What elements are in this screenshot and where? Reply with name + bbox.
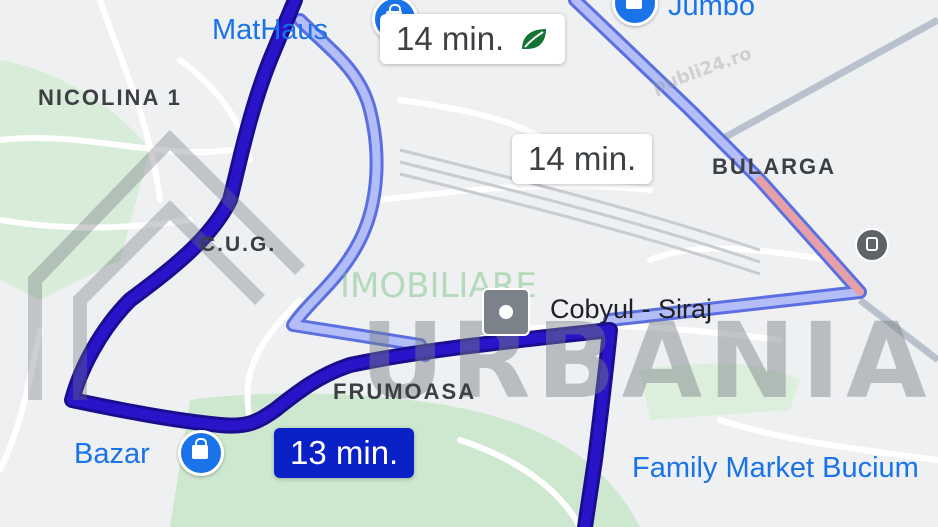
- poi-label-jumbo[interactable]: Jumbo: [668, 0, 755, 23]
- poi-label-family-market[interactable]: Family Market Bucium: [632, 452, 919, 485]
- map-view[interactable]: IMOBILIARE URBANIA publi24.ro NICOLINA 1…: [0, 0, 938, 527]
- route-callout-selected[interactable]: 13 min.: [274, 428, 415, 478]
- traffic-segment: [756, 176, 864, 296]
- route-callout-eco[interactable]: 14 min.: [380, 14, 566, 64]
- shopping-pin-icon[interactable]: [178, 430, 224, 476]
- route-duration: 14 min.: [396, 20, 505, 57]
- transit-stop-icon[interactable]: [482, 288, 530, 336]
- area-label-cug: C.U.G.: [200, 233, 277, 256]
- route-duration: 13 min.: [290, 434, 399, 471]
- poi-label-mathaus[interactable]: MatHaus: [212, 14, 328, 47]
- train-station-icon[interactable]: [855, 228, 889, 262]
- poi-label-bazar[interactable]: Bazar: [74, 438, 150, 471]
- route-duration: 14 min.: [528, 140, 637, 177]
- area-label-bularga: BULARGA: [712, 154, 836, 179]
- route-callout-alt[interactable]: 14 min.: [512, 134, 653, 184]
- area-label-nicolina: NICOLINA 1: [38, 85, 182, 110]
- poi-label-cobyul[interactable]: Cobyul - Siraj: [550, 294, 712, 325]
- leaf-icon: [522, 29, 547, 49]
- area-label-frumoasa: FRUMOASA: [333, 379, 477, 404]
- main-road: [718, 16, 938, 144]
